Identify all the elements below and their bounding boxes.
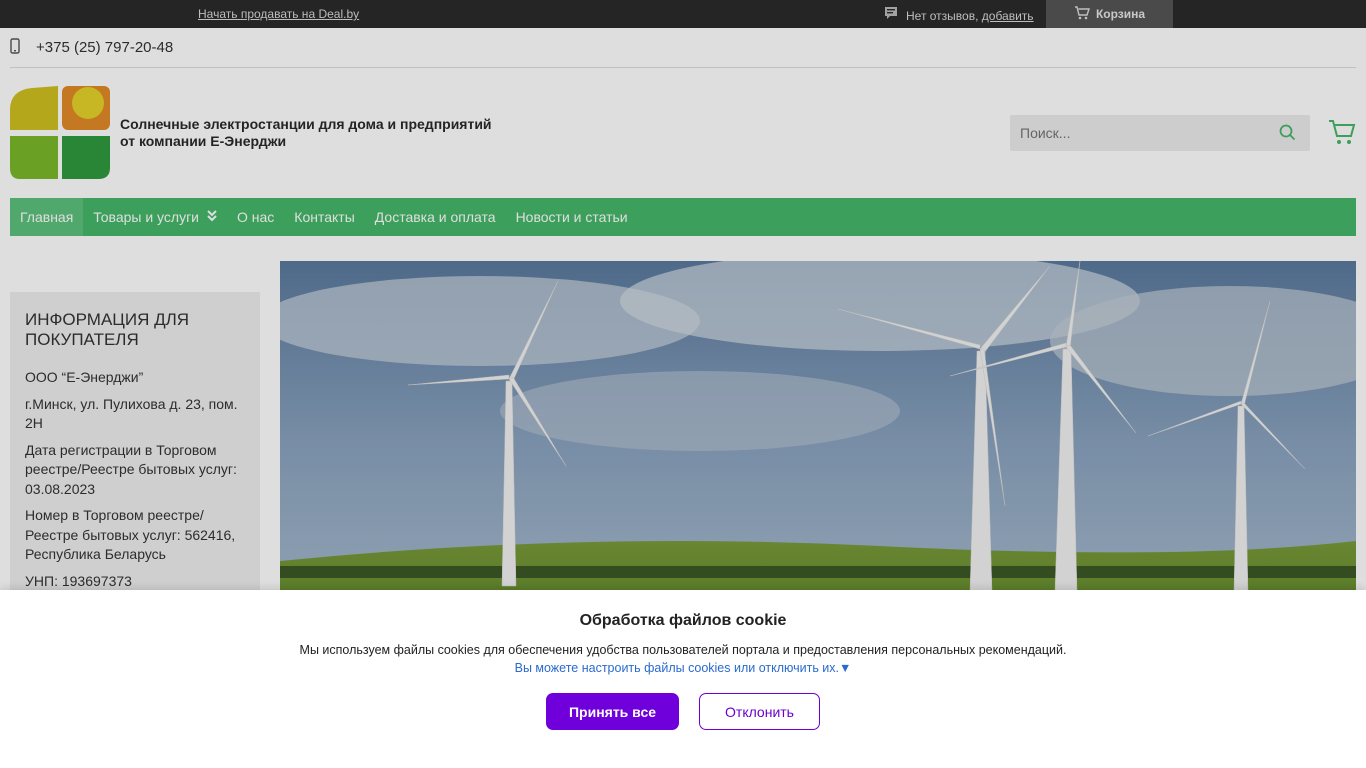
nav-item-label: Товары и услуги <box>93 209 199 225</box>
accept-all-button[interactable]: Принять все <box>546 693 679 730</box>
contact-row: +375 (25) 797-20-48 <box>10 28 1356 68</box>
nav-item-label: Контакты <box>294 209 355 225</box>
add-review-link[interactable]: добавить <box>982 9 1034 23</box>
reviews-block: Нет отзывов, добавить <box>884 6 1034 25</box>
nav-item-label: Главная <box>20 209 74 225</box>
phone-number[interactable]: +375 (25) 797-20-48 <box>36 39 173 56</box>
unp-number: УНП: 193697373 <box>25 572 132 589</box>
tagline-line-2: от компании Е-Энерджи <box>120 133 287 149</box>
tagline-line-1: Солнечные электростанции для дома и пред… <box>120 116 492 132</box>
register-number: Номер в Торговом реестре/ Реестре бытовы… <box>25 507 236 562</box>
search-input[interactable] <box>1010 125 1270 141</box>
start-selling-link[interactable]: Начать продавать на Deal.by <box>198 7 359 21</box>
cookie-description: Мы используем файлы cookies для обеспече… <box>299 643 1067 657</box>
search-box <box>1010 115 1310 151</box>
reviews-text: Нет отзывов, <box>906 8 979 23</box>
cookie-buttons: Принять все Отклонить <box>0 693 1366 730</box>
cookie-settings-link[interactable]: Вы можете настроить файлы cookies или от… <box>0 661 1366 675</box>
cookie-consent-panel: Обработка файлов cookie Мы используем фа… <box>0 590 1366 768</box>
top-bar: Начать продавать на Deal.by Нет отзывов,… <box>0 0 1366 28</box>
company-logo[interactable] <box>10 86 110 180</box>
search-icon[interactable] <box>1279 124 1296 144</box>
site-tagline: Солнечные электростанции для дома и пред… <box>120 116 520 150</box>
decline-button[interactable]: Отклонить <box>699 693 820 730</box>
comment-icon <box>884 6 898 25</box>
chevron-double-down-icon <box>207 209 217 225</box>
company-name: ООО “Е-Энерджи” <box>25 369 144 385</box>
cart-tab-label: Корзина <box>1095 7 1146 21</box>
nav-item-label: Новости и статьи <box>515 209 628 225</box>
nav-item-products[interactable]: Товары и услуги <box>83 198 227 236</box>
buyer-info-sidebar: ИНФОРМАЦИЯ ДЛЯ ПОКУПАТЕЛЯ ООО “Е-Энерджи… <box>10 292 260 612</box>
nav-item-news[interactable]: Новости и статьи <box>506 198 638 236</box>
main-navigation: Главная Товары и услуги О нас Контакты Д… <box>10 198 1356 236</box>
nav-item-contacts[interactable]: Контакты <box>284 198 364 236</box>
hero-banner-image <box>280 261 1356 621</box>
sidebar-title: ИНФОРМАЦИЯ ДЛЯ ПОКУПАТЕЛЯ <box>25 310 190 349</box>
company-address: г.Минск, ул. Пулихова д. 23, пом. 2Н <box>25 395 238 432</box>
nav-item-label: Доставка и оплата <box>374 209 496 225</box>
header-cart-icon[interactable] <box>1328 118 1356 149</box>
nav-item-about[interactable]: О нас <box>227 198 284 236</box>
cart-tab-button[interactable]: Корзина <box>1046 0 1173 28</box>
nav-item-label: О нас <box>237 209 275 225</box>
nav-item-home[interactable]: Главная <box>10 198 84 236</box>
cookie-title: Обработка файлов cookie <box>579 612 787 629</box>
nav-item-delivery[interactable]: Доставка и оплата <box>365 198 506 236</box>
registration-date: Дата регистрации в Торговом реестре/Реес… <box>25 441 237 497</box>
cart-icon <box>1074 5 1090 23</box>
mobile-phone-icon <box>10 37 20 58</box>
